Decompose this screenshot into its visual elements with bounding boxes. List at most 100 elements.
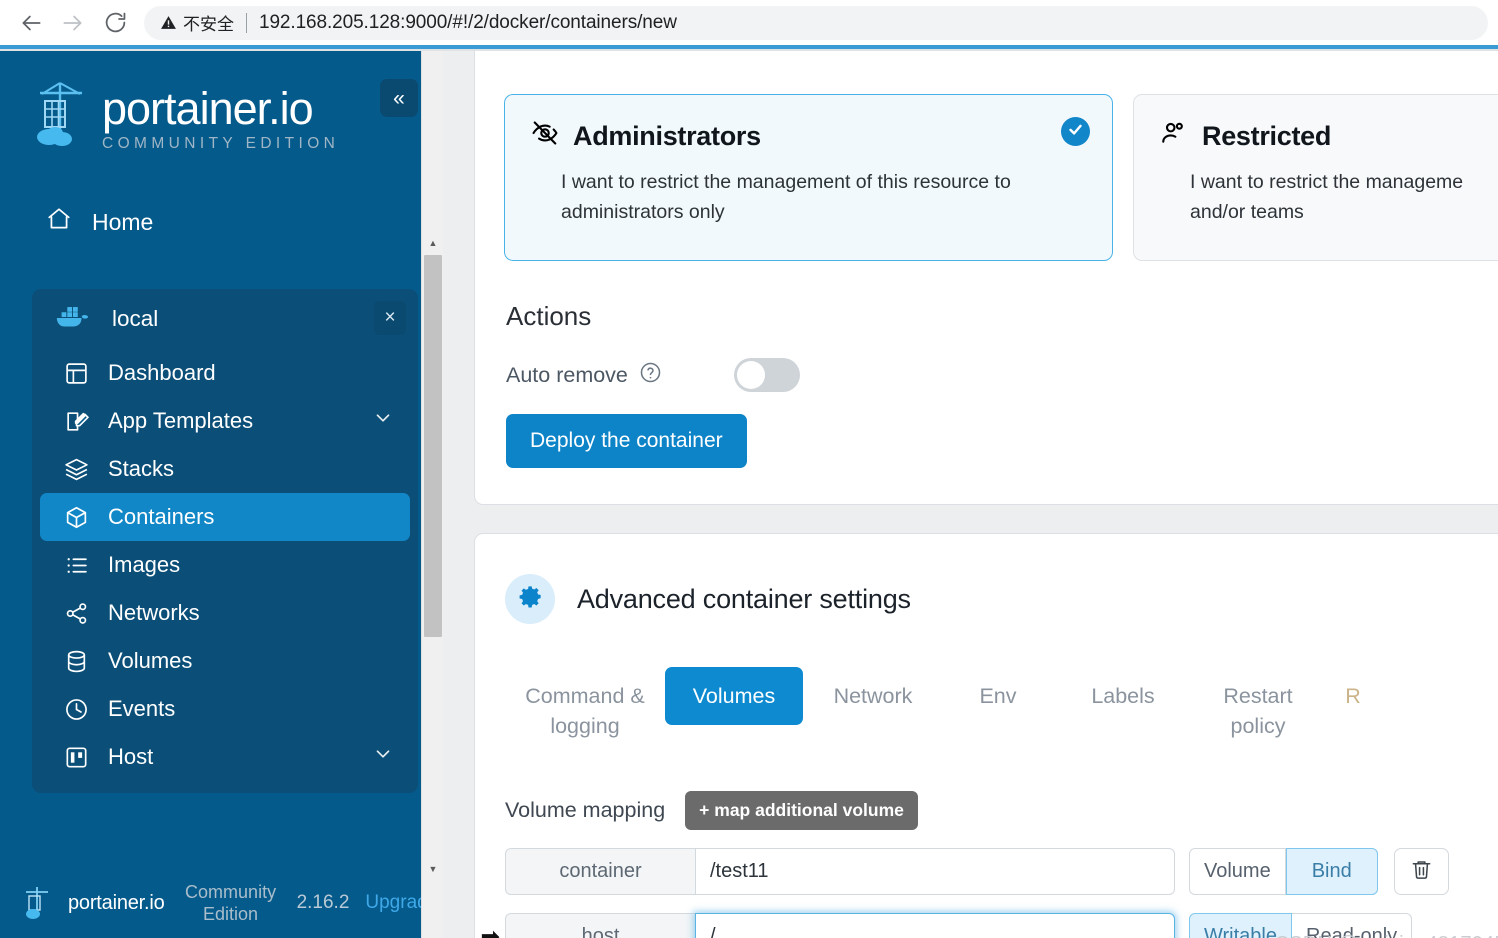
chevrons-left-icon: « [393,86,405,110]
sidebar-item-networks[interactable]: Networks [40,589,410,637]
sidebar-item-label: Dashboard [108,360,216,385]
chevron-down-icon[interactable] [372,743,394,771]
forward-arrow-icon [60,10,86,36]
brand-text: portainer.io COMMUNITY EDITION [102,85,339,153]
sidebar-item-label-home: Home [92,208,154,235]
sidebar-item-dashboard[interactable]: Dashboard [40,349,410,397]
access-control-card: Administrators I want to restrict the ma… [474,51,1498,505]
scrollbar-thumb[interactable] [424,255,442,637]
portainer-logo-icon [34,81,86,147]
sidebar-item-label: Volumes [108,648,193,673]
reload-button[interactable] [94,2,136,44]
actions-section-title: Actions [506,301,592,331]
container-path-input[interactable] [695,848,1175,895]
access-option-title-row: Restricted [1160,119,1498,154]
omnibox-divider [246,12,247,33]
environment-close-button[interactable]: × [374,301,406,335]
security-label: 不安全 [183,15,234,34]
volumes-icon [62,647,90,675]
sidebar-item-home[interactable]: Home [0,199,450,245]
help-circle-icon[interactable] [639,361,662,390]
back-button[interactable] [10,2,52,44]
host-path-group: host [505,913,1175,938]
tab-runtime-resources-partial[interactable]: R [1323,667,1383,725]
brand-title: portainer.io [102,83,314,134]
environment-section: local × Dashboard App Templates Stacks C… [32,289,418,793]
access-option-title-row: Administrators [531,119,1086,154]
home-icon [46,206,72,238]
host-addon-label: host [505,913,695,938]
scrollbar-up-arrow[interactable]: ▲ [422,231,444,255]
sidebar-item-host[interactable]: Host [40,733,410,781]
scrollbar-down-arrow[interactable]: ▼ [422,857,444,881]
map-additional-volume-button[interactable]: + map additional volume [685,791,918,830]
containers-icon [62,503,90,531]
auto-remove-label-wrap: Auto remove [506,361,662,390]
tab-command-logging[interactable]: Command & logging [505,667,665,755]
main-content: Administrators I want to restrict the ma… [443,51,1498,938]
events-icon [62,695,90,723]
advanced-settings-header: Advanced container settings [505,574,1498,624]
volume-type-volume-button[interactable]: Volume [1189,848,1286,895]
access-option-label: Restricted [1202,121,1332,151]
volume-type-bind-button[interactable]: Bind [1285,848,1378,895]
access-option-description: I want to restrict the manageme [1190,171,1464,193]
advanced-settings-card: Advanced container settings Command & lo… [474,533,1498,938]
sidebar-item-volumes[interactable]: Volumes [40,637,410,685]
container-path-group: container [505,848,1175,895]
dashboard-icon [62,359,90,387]
access-option-description: I want to restrict the management of thi… [561,171,1011,223]
sidebar-item-images[interactable]: Images [40,541,410,589]
sidebar-item-label: Networks [108,600,200,625]
images-icon [62,551,90,579]
sidebar-item-containers[interactable]: Containers [40,493,410,541]
deploy-container-button[interactable]: Deploy the container [506,414,747,468]
sidebar-item-label: Events [108,696,176,721]
sidebar-item-stacks[interactable]: Stacks [40,445,410,493]
tab-volumes[interactable]: Volumes [665,667,803,725]
check-icon [1067,121,1084,143]
tab-labels[interactable]: Labels [1053,667,1193,725]
brand-subtitle: COMMUNITY EDITION [102,135,340,152]
users-icon [1160,119,1188,154]
address-bar[interactable]: 不安全 192.168.205.128:9000/#!/2/docker/con… [144,5,1488,40]
access-options-row: Administrators I want to restrict the ma… [475,51,1498,261]
arrow-right-icon: ➡ [481,923,500,938]
sidebar-item-app-templates[interactable]: App Templates [40,397,410,445]
templates-icon [62,407,90,435]
portainer-logo-small-icon [22,885,52,921]
footer-version: 2.16.2 [296,892,350,913]
close-icon: × [384,307,396,328]
footer-edition: Community Edition [185,882,277,924]
host-icon [62,743,90,771]
security-indicator[interactable]: 不安全 [160,10,234,35]
tab-env[interactable]: Env [943,667,1053,725]
docker-icon [54,302,92,337]
volume-mapping-label: Volume mapping [505,798,666,822]
access-option-restricted[interactable]: Restricted I want to restrict the manage… [1133,94,1498,261]
volume-type-button-group: Volume Bind [1189,848,1378,895]
sidebar-collapse-button[interactable]: « [380,79,418,117]
delete-volume-mapping-button[interactable] [1393,848,1449,895]
tab-restart-policy[interactable]: Restart policy [1193,667,1323,755]
sidebar-item-events[interactable]: Events [40,685,410,733]
selected-check-badge [1061,117,1090,146]
gear-icon-wrapper [505,574,555,624]
tab-network[interactable]: Network [803,667,943,725]
access-option-administrators[interactable]: Administrators I want to restrict the ma… [504,94,1113,261]
sidebar-item-label: App Templates [108,408,254,433]
sidebar: portainer.io COMMUNITY EDITION « Home lo… [0,51,450,938]
host-path-input[interactable] [695,913,1175,938]
warning-triangle-icon [160,14,177,31]
brand-header: portainer.io COMMUNITY EDITION « [0,51,450,153]
sidebar-item-label: Containers [108,504,215,529]
auto-remove-row: Auto remove [506,358,1498,392]
environment-name: local [112,306,159,331]
environment-header: local × [32,289,418,349]
container-addon-label: container [505,848,695,895]
stacks-icon [62,455,90,483]
page-scrollbar[interactable]: ▲ ▼ [421,51,443,938]
forward-button[interactable] [52,2,94,44]
auto-remove-toggle[interactable] [733,358,800,392]
chevron-down-icon[interactable] [372,407,394,435]
